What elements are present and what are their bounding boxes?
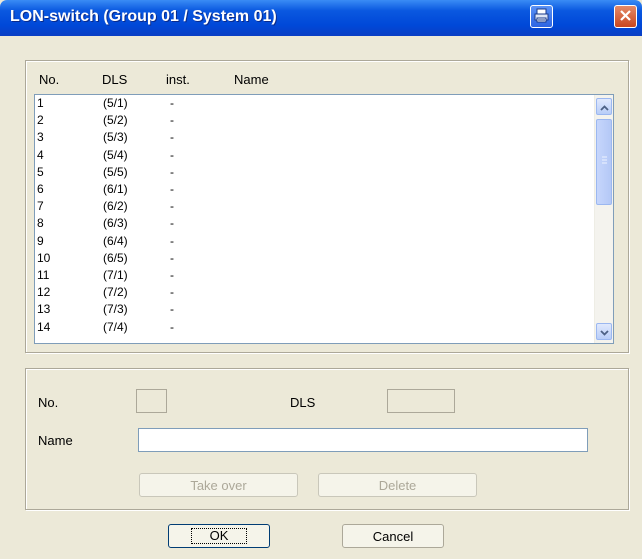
title-bar[interactable]: LON-switch (Group 01 / System 01) <box>0 0 642 36</box>
list-item[interactable]: 13 (7/3) - <box>35 302 595 317</box>
list-item-dls: (5/1) <box>103 96 128 110</box>
list-item-dls: (5/3) <box>103 130 128 145</box>
list-item-no: 11 <box>37 268 50 282</box>
list-item[interactable]: 8 (6/3) - <box>35 216 595 231</box>
list-item-inst: - <box>170 130 174 145</box>
column-header-name: Name <box>234 72 269 87</box>
dls-label: DLS <box>290 395 316 410</box>
scroll-thumb[interactable] <box>596 119 612 205</box>
list-item-no: 3 <box>37 130 44 145</box>
list-item-no: 7 <box>37 199 44 214</box>
printer-icon <box>534 8 549 26</box>
list-item-dls: (7/1) <box>103 268 128 282</box>
list-item-no: 10 <box>37 250 51 265</box>
list-item-inst: - <box>170 233 174 248</box>
close-icon <box>619 9 632 25</box>
list-item-dls: (7/3) <box>103 302 128 317</box>
list-item-no: 12 <box>37 285 51 300</box>
chevron-down-icon <box>599 324 609 339</box>
list-item[interactable]: 3 (5/3) - <box>35 130 595 145</box>
scroll-down-button[interactable] <box>596 323 612 340</box>
list-item-dls: (6/1) <box>103 182 128 196</box>
list-item-no: 8 <box>37 216 44 231</box>
list-item-no: 2 <box>37 113 44 128</box>
list-item-inst: - <box>170 113 174 128</box>
chevron-up-icon <box>599 99 609 114</box>
list-item-no: 9 <box>37 233 44 248</box>
print-button[interactable] <box>530 5 553 28</box>
list-item-inst: - <box>170 164 174 179</box>
window-title: LON-switch (Group 01 / System 01) <box>10 8 277 25</box>
list-item-inst: - <box>170 250 174 265</box>
close-button[interactable] <box>614 5 637 28</box>
list-item-inst: - <box>170 199 174 214</box>
scroll-up-button[interactable] <box>596 98 612 115</box>
ok-button[interactable]: OK <box>168 524 270 548</box>
list-item-inst: - <box>170 319 174 334</box>
list-item-no: 5 <box>37 164 44 179</box>
list-item-dls: (6/2) <box>103 199 128 214</box>
list-item-inst: - <box>170 216 174 231</box>
dls-field <box>387 389 455 413</box>
list-item-no: 4 <box>37 147 44 162</box>
list-item-dls: (6/4) <box>103 233 128 248</box>
list-item[interactable]: 10 (6/5) - <box>35 251 595 266</box>
list-item[interactable]: 9 (6/4) - <box>35 234 595 249</box>
list-item-dls: (6/3) <box>103 216 128 231</box>
list-item-dls: (5/5) <box>103 164 128 179</box>
list-item[interactable]: 14 (7/4) - <box>35 320 595 335</box>
list-item[interactable]: 1 (5/1) - <box>35 96 595 111</box>
list-item-dls: (7/4) <box>103 319 128 334</box>
list-item-no: 14 <box>37 319 51 334</box>
list-item-inst: - <box>170 268 174 282</box>
no-label: No. <box>38 395 59 410</box>
list-item[interactable]: 2 (5/2) - <box>35 113 595 128</box>
list-item-inst: - <box>170 147 174 162</box>
list-item-dls: (5/4) <box>103 147 128 162</box>
name-field[interactable] <box>138 428 588 452</box>
list-item[interactable]: 7 (6/2) - <box>35 199 595 214</box>
list-item-inst: - <box>170 285 174 300</box>
delete-button[interactable]: Delete <box>318 473 477 497</box>
list-item-inst: - <box>170 96 174 110</box>
list-item-no: 6 <box>37 182 44 196</box>
list-item-dls: (6/5) <box>103 250 128 265</box>
list-item-inst: - <box>170 182 174 196</box>
list-item-no: 13 <box>37 302 51 317</box>
list-item[interactable]: 12 (7/2) - <box>35 285 595 300</box>
column-header-no: No. <box>39 72 60 87</box>
ok-button-label: OK <box>190 528 248 544</box>
vertical-scrollbar[interactable] <box>594 95 613 343</box>
no-field <box>136 389 167 413</box>
list-item[interactable]: 6 (6/1) - <box>35 182 595 197</box>
list-item[interactable]: 4 (5/4) - <box>35 148 595 163</box>
list-item-dls: (7/2) <box>103 285 128 300</box>
list-item-inst: - <box>170 302 174 317</box>
dialog-window: LON-switch (Group 01 / System 01) No. DL… <box>0 0 642 559</box>
column-header-inst: inst. <box>166 72 190 87</box>
list-item-dls: (5/2) <box>103 113 128 128</box>
lon-switch-list[interactable]: 1 (5/1) - 2 (5/2) - 3 (5/3) - 4 (5/4) - 5 (5/5) - 6 (6/1… <box>34 94 614 344</box>
list-item-no: 1 <box>37 96 44 110</box>
column-header-dls: DLS <box>102 72 128 87</box>
cancel-button[interactable]: Cancel <box>342 524 444 548</box>
name-label: Name <box>38 433 73 448</box>
list-item[interactable]: 5 (5/5) - <box>35 165 595 180</box>
list-item[interactable]: 11 (7/1) - <box>35 268 595 283</box>
take-over-button[interactable]: Take over <box>139 473 298 497</box>
